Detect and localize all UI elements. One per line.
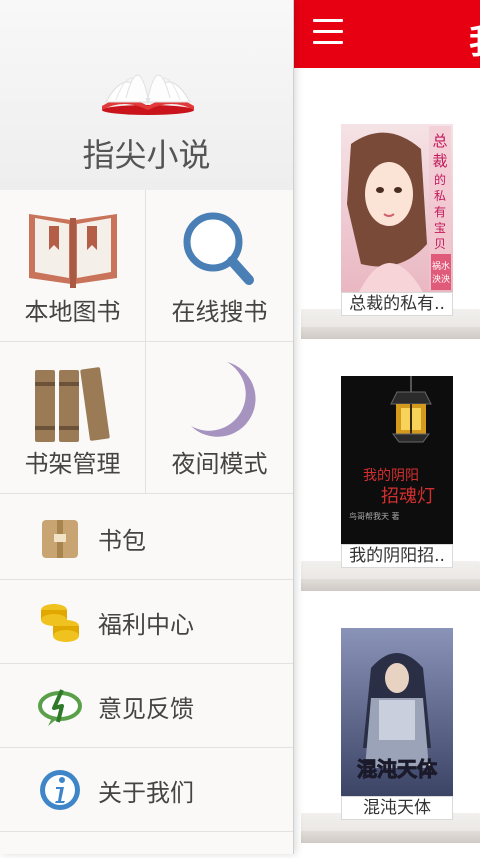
svg-text:祸水: 祸水: [432, 260, 450, 272]
svg-text:宝: 宝: [434, 221, 446, 235]
svg-text:裁: 裁: [432, 152, 447, 170]
svg-text:贝: 贝: [434, 237, 446, 251]
shelf-row: 混沌天体 混沌天体: [301, 628, 480, 858]
welfare-center-menu-item[interactable]: 福利中心: [0, 580, 293, 664]
moon-icon: [169, 356, 269, 446]
bookshelf-panel: 我 总 裁 的 私 有 宝 贝: [293, 0, 480, 854]
welfare-center-label: 福利中心: [98, 611, 194, 639]
bag-label: 书包: [98, 527, 146, 555]
night-mode-button[interactable]: 夜间模式: [146, 342, 293, 494]
online-search-label: 在线搜书: [171, 298, 268, 326]
svg-text:招魂灯: 招魂灯: [381, 486, 435, 507]
open-book-icon: [23, 204, 123, 294]
app-title: 指尖小说: [82, 136, 211, 174]
bag-icon: [38, 516, 82, 560]
about-us-menu-item[interactable]: 关于我们: [0, 748, 293, 832]
feedback-menu-item[interactable]: 意见反馈: [0, 664, 293, 748]
feedback-label: 意见反馈: [98, 695, 194, 723]
shelf-management-label: 书架管理: [24, 450, 121, 478]
book-cover[interactable]: 混沌天体: [341, 628, 453, 796]
about-us-label: 关于我们: [98, 779, 194, 807]
page-title: 我: [469, 14, 480, 63]
night-mode-label: 夜间模式: [171, 450, 268, 478]
svg-text:有: 有: [434, 205, 446, 219]
svg-text:的: 的: [434, 172, 446, 187]
bag-menu-item[interactable]: 书包: [0, 496, 293, 580]
top-app-bar: 我: [293, 0, 480, 68]
svg-text:鸟哥帮我天 著: 鸟哥帮我天 著: [349, 511, 400, 521]
hamburger-menu-icon[interactable]: [313, 17, 345, 47]
open-book-logo-icon: [98, 52, 198, 116]
magnifier-icon: [169, 204, 269, 294]
local-books-label: 本地图书: [24, 298, 121, 326]
svg-text:总: 总: [432, 132, 447, 150]
info-icon: [38, 768, 82, 812]
local-books-button[interactable]: 本地图书: [0, 190, 146, 342]
svg-text:我的阴阳: 我的阴阳: [363, 468, 419, 484]
navigation-drawer: 指尖小说 本地图书 在线搜书 书架管理 夜间模式 书包 福利中心 意见反馈 关于…: [0, 0, 294, 854]
shelf-row: 总 裁 的 私 有 宝 贝 祸水 泱泱 总裁的私有..: [301, 124, 480, 354]
drawer-header: 指尖小说: [0, 0, 293, 191]
book-title[interactable]: 总裁的私有..: [341, 292, 453, 316]
coins-icon: [38, 600, 82, 644]
book-title[interactable]: 混沌天体: [341, 796, 453, 820]
svg-text:泱泱: 泱泱: [432, 273, 450, 285]
svg-text:私: 私: [434, 189, 446, 203]
book-cover[interactable]: 我的阴阳 招魂灯 鸟哥帮我天 著: [341, 376, 453, 544]
online-search-button[interactable]: 在线搜书: [146, 190, 293, 342]
shelf-row: 我的阴阳 招魂灯 鸟哥帮我天 著 我的阴阳招..: [301, 376, 480, 606]
feedback-icon: [38, 684, 82, 728]
svg-text:混沌天体: 混沌天体: [357, 757, 438, 781]
books-icon: [23, 356, 123, 446]
book-cover[interactable]: 总 裁 的 私 有 宝 贝 祸水 泱泱: [341, 124, 453, 292]
shelf-management-button[interactable]: 书架管理: [0, 342, 146, 494]
book-title[interactable]: 我的阴阳招..: [341, 544, 453, 568]
